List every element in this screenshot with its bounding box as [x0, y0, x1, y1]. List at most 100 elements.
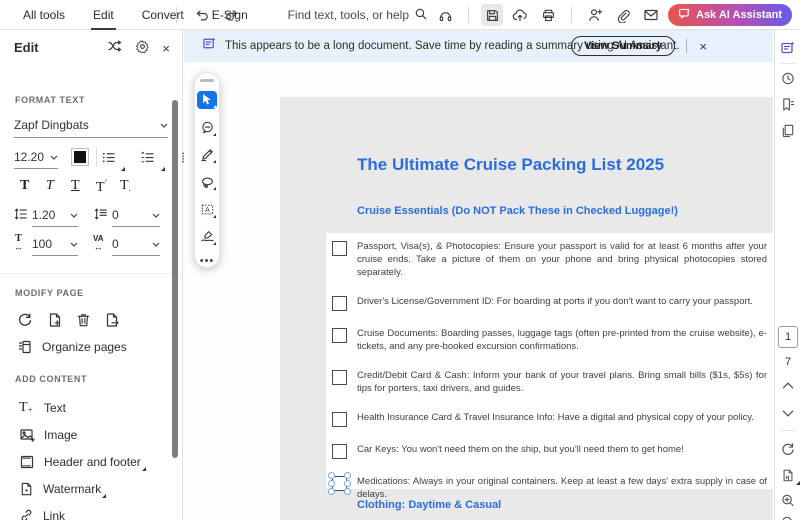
checkbox-icon[interactable]	[332, 296, 347, 311]
add-text-icon: T+	[19, 400, 33, 415]
checklist-item-text[interactable]: Car Keys: You won't need them on the shi…	[357, 443, 767, 456]
checklist-item-text[interactable]: Cruise Documents: Boarding passes, lugga…	[357, 327, 767, 353]
checklist-item-text[interactable]: Health Insurance Card & Travel Insurance…	[357, 411, 767, 424]
toolbar-tab[interactable]: Edit	[79, 0, 128, 30]
italic-button[interactable]: T	[46, 178, 54, 194]
toolbar-tab[interactable]: All tools	[9, 0, 79, 30]
toolbar-drag-handle[interactable]	[200, 79, 214, 82]
text-box-tool[interactable]: A	[197, 200, 217, 218]
gear-icon[interactable]	[135, 39, 150, 59]
email-icon[interactable]	[640, 4, 662, 26]
save-icon[interactable]	[481, 4, 503, 26]
more-tools-icon[interactable]: •••	[200, 255, 215, 267]
rotate-view-icon[interactable]	[780, 442, 795, 457]
checklist-item: Medications: Always in your original con…	[328, 472, 767, 501]
horizontal-scale-value: 100	[32, 237, 53, 251]
current-page-input[interactable]: 1	[778, 326, 798, 348]
panel-divider	[0, 273, 183, 274]
print-icon[interactable]	[537, 4, 559, 26]
ai-summary-icon	[202, 36, 217, 56]
checkbox-icon[interactable]	[332, 444, 347, 459]
checklist-item-text[interactable]: Driver's License/Government ID: For boar…	[357, 295, 767, 308]
document-title[interactable]: The Ultimate Cruise Packing List 2025	[357, 155, 664, 175]
insert-page-icon[interactable]	[47, 312, 63, 333]
paragraph-spacing-icon	[94, 207, 108, 221]
page-view-settings-icon[interactable]	[781, 468, 800, 485]
numbered-list-icon[interactable]	[140, 151, 159, 169]
delete-page-icon[interactable]	[76, 312, 91, 333]
sign-tool[interactable]	[197, 228, 217, 246]
checklist-item-text[interactable]: Credit/Debit Card & Cash: Inform your ba…	[357, 369, 767, 395]
notification-divider	[686, 39, 687, 53]
find-search-label: Find text, tools, or help	[287, 8, 409, 22]
watermark-button[interactable]: Watermark	[19, 481, 107, 498]
font-color-swatch[interactable]	[71, 148, 89, 166]
next-page-icon[interactable]	[782, 410, 793, 417]
paragraph-spacing-value: 0	[112, 208, 119, 222]
add-image-label: Image	[44, 428, 78, 442]
find-search[interactable]: Find text, tools, or help	[288, 7, 428, 24]
attach-link-icon[interactable]	[612, 4, 634, 26]
read-aloud-icon[interactable]	[434, 4, 456, 26]
horizontal-scale-select[interactable]: 100	[32, 237, 78, 256]
add-reviewer-icon[interactable]	[584, 4, 606, 26]
rotate-page-icon[interactable]	[17, 312, 33, 333]
bookmarks-icon[interactable]	[780, 97, 795, 112]
select-tool[interactable]	[197, 90, 217, 110]
add-text-button[interactable]: T+ Text	[19, 400, 66, 416]
search-icon	[414, 7, 428, 24]
organize-pages-button[interactable]: Organize pages	[17, 339, 127, 355]
checklist-item: Passport, Visa(s), & Photocopies: Ensure…	[332, 240, 767, 279]
header-footer-button[interactable]: Header and footer	[19, 454, 146, 471]
font-family-select[interactable]: Zapf Dingbats	[14, 118, 168, 138]
draw-tool[interactable]	[197, 146, 217, 164]
add-image-button[interactable]: Image	[19, 427, 77, 443]
superscript-button[interactable]: Tʼ	[96, 178, 107, 196]
next-section-heading[interactable]: Clothing: Daytime & Casual	[357, 499, 501, 511]
view-summary-button[interactable]: View Summary	[570, 36, 675, 56]
notification-close-icon[interactable]: ×	[699, 39, 707, 54]
checkbox-icon[interactable]	[332, 241, 347, 256]
section-heading[interactable]: Cruise Essentials (Do NOT Pack These in …	[357, 205, 678, 217]
close-panel-icon[interactable]: ×	[162, 41, 170, 56]
char-spacing-value: 0	[112, 237, 119, 251]
panel-scrollbar[interactable]	[172, 100, 178, 458]
right-rail: 1 7	[774, 30, 800, 520]
paragraph-spacing-select[interactable]: 0	[112, 208, 160, 227]
zoom-in-icon[interactable]	[780, 493, 795, 508]
subscript-button[interactable]: T.	[120, 178, 131, 194]
comment-tool[interactable]	[197, 118, 217, 136]
ask-ai-assistant-button[interactable]: Ask AI Assistant	[668, 4, 792, 26]
toolbar-divider	[571, 7, 572, 23]
redo-icon[interactable]	[221, 4, 243, 26]
char-spacing-select[interactable]: 0	[112, 237, 160, 256]
checklist-item: Health Insurance Card & Travel Insurance…	[332, 411, 767, 427]
reflow-icon[interactable]	[107, 38, 123, 59]
history-icon[interactable]	[780, 71, 795, 86]
undo-icon[interactable]	[191, 4, 213, 26]
checkbox-icon[interactable]	[332, 370, 347, 385]
line-spacing-select[interactable]: 1.20	[32, 208, 78, 227]
top-toolbar: All tools Edit Convert E-Sign Find text, to…	[0, 0, 800, 30]
bold-button[interactable]: T	[20, 178, 29, 194]
ai-assistant-icon[interactable]	[780, 40, 796, 56]
lasso-tool[interactable]	[197, 173, 217, 191]
checkbox-icon[interactable]	[328, 472, 351, 495]
document-canvas: A ••• The Ultimate Cruise Packing List 2…	[184, 62, 773, 520]
text-block: Passport, Visa(s), & Photocopies: Ensure…	[326, 233, 773, 500]
extract-page-icon[interactable]	[104, 312, 120, 333]
checkbox-icon[interactable]	[332, 412, 347, 427]
font-size-select[interactable]: 12.20	[14, 150, 58, 169]
bulleted-list-icon[interactable]	[101, 152, 120, 169]
previous-page-icon[interactable]	[782, 382, 793, 389]
checklist-item-text[interactable]: Passport, Visa(s), & Photocopies: Ensure…	[357, 240, 767, 279]
share-upload-icon[interactable]	[509, 4, 531, 26]
add-link-button[interactable]: Link	[19, 508, 65, 520]
checklist-item-text[interactable]: Medications: Always in your original con…	[357, 475, 767, 501]
format-text-heading: FORMAT TEXT	[15, 95, 85, 105]
edit-panel: Edit × FORMAT TEXT Zapf Dingbats 12.20 T…	[0, 30, 195, 520]
checkbox-icon[interactable]	[332, 328, 347, 343]
page-thumbnails-icon[interactable]	[780, 123, 795, 138]
underline-button[interactable]: T	[71, 178, 80, 194]
zoom-out-icon[interactable]	[780, 515, 795, 520]
